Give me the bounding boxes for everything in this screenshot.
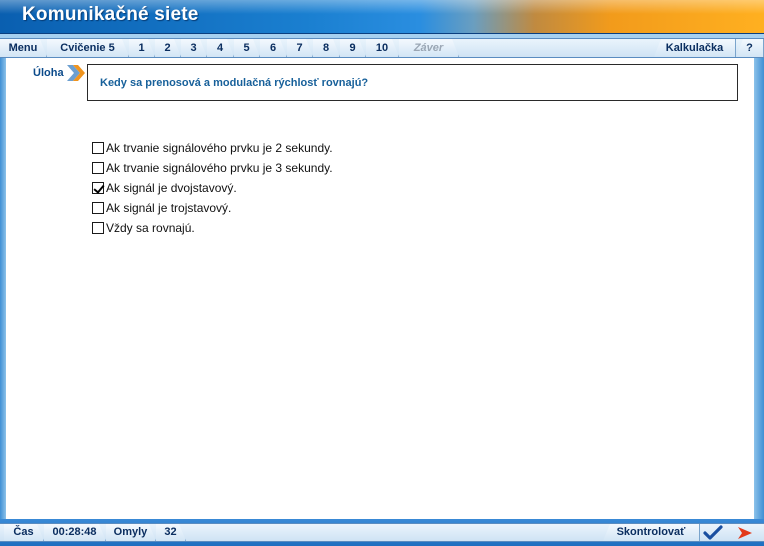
menu-tab[interactable]: Menu — [0, 39, 47, 57]
check-button[interactable]: Skontrolovať — [603, 524, 700, 541]
page-tab-8[interactable]: 8 — [313, 39, 340, 57]
option-5-checkbox[interactable] — [92, 222, 104, 234]
page-tab-1[interactable]: 1 — [129, 39, 155, 57]
option-4-label: Ak signál je trojstavový. — [106, 201, 232, 215]
nav-bar: Menu Cvičenie 5 1 2 3 4 5 6 7 8 9 10 Záv… — [0, 38, 764, 58]
status-bar-inner: Čas 00:28:48 Omyly 32 Skontrolovať — [0, 523, 764, 542]
exercise-tab[interactable]: Cvičenie 5 — [47, 39, 129, 57]
left-rail — [0, 58, 6, 519]
errors-value: 32 — [156, 524, 186, 541]
page-tab-10[interactable]: 10 — [366, 39, 399, 57]
end-tab: Záver — [399, 39, 459, 57]
double-chevron-icon — [67, 65, 85, 81]
help-tab[interactable]: ? — [736, 39, 764, 57]
option-3-checkbox[interactable] — [92, 182, 104, 194]
calculator-tab[interactable]: Kalkulačka — [654, 39, 736, 57]
option-4-checkbox[interactable] — [92, 202, 104, 214]
time-value: 00:28:48 — [44, 524, 106, 541]
option-3-label: Ak signál je dvojstavový. — [106, 181, 237, 195]
app-title: Komunikačné siete — [22, 4, 199, 25]
option-5-label: Vždy sa rovnajú. — [106, 221, 195, 235]
title-bar: Komunikačné siete — [0, 0, 764, 34]
task-label: Úloha — [33, 67, 64, 79]
option-1[interactable]: Ak trvanie signálového prvku je 2 sekund… — [92, 140, 333, 156]
page-tab-6[interactable]: 6 — [260, 39, 287, 57]
question-text: Kedy sa prenosová a modulačná rýchlosť r… — [100, 77, 369, 89]
option-1-label: Ak trvanie signálového prvku je 2 sekund… — [106, 141, 333, 155]
page-tab-3[interactable]: 3 — [181, 39, 207, 57]
page-tab-5[interactable]: 5 — [234, 39, 260, 57]
option-2-label: Ak trvanie signálového prvku je 3 sekund… — [106, 161, 333, 175]
option-5[interactable]: Vždy sa rovnajú. — [92, 220, 195, 236]
checkmark-icon[interactable] — [702, 525, 724, 541]
question-box: Kedy sa prenosová a modulačná rýchlosť r… — [87, 64, 738, 101]
page-tab-4[interactable]: 4 — [207, 39, 234, 57]
page-tab-7[interactable]: 7 — [287, 39, 313, 57]
option-2-checkbox[interactable] — [92, 162, 104, 174]
page-tab-9[interactable]: 9 — [340, 39, 366, 57]
right-rail — [754, 58, 764, 519]
errors-label: Omyly — [106, 524, 156, 541]
option-1-checkbox[interactable] — [92, 142, 104, 154]
page-tab-2[interactable]: 2 — [155, 39, 181, 57]
next-arrow-icon[interactable] — [734, 525, 756, 541]
option-4[interactable]: Ak signál je trojstavový. — [92, 200, 231, 216]
time-label: Čas — [4, 524, 44, 541]
option-3[interactable]: Ak signál je dvojstavový. — [92, 180, 237, 196]
option-2[interactable]: Ak trvanie signálového prvku je 3 sekund… — [92, 160, 333, 176]
status-bar: Čas 00:28:48 Omyly 32 Skontrolovať — [0, 519, 764, 546]
